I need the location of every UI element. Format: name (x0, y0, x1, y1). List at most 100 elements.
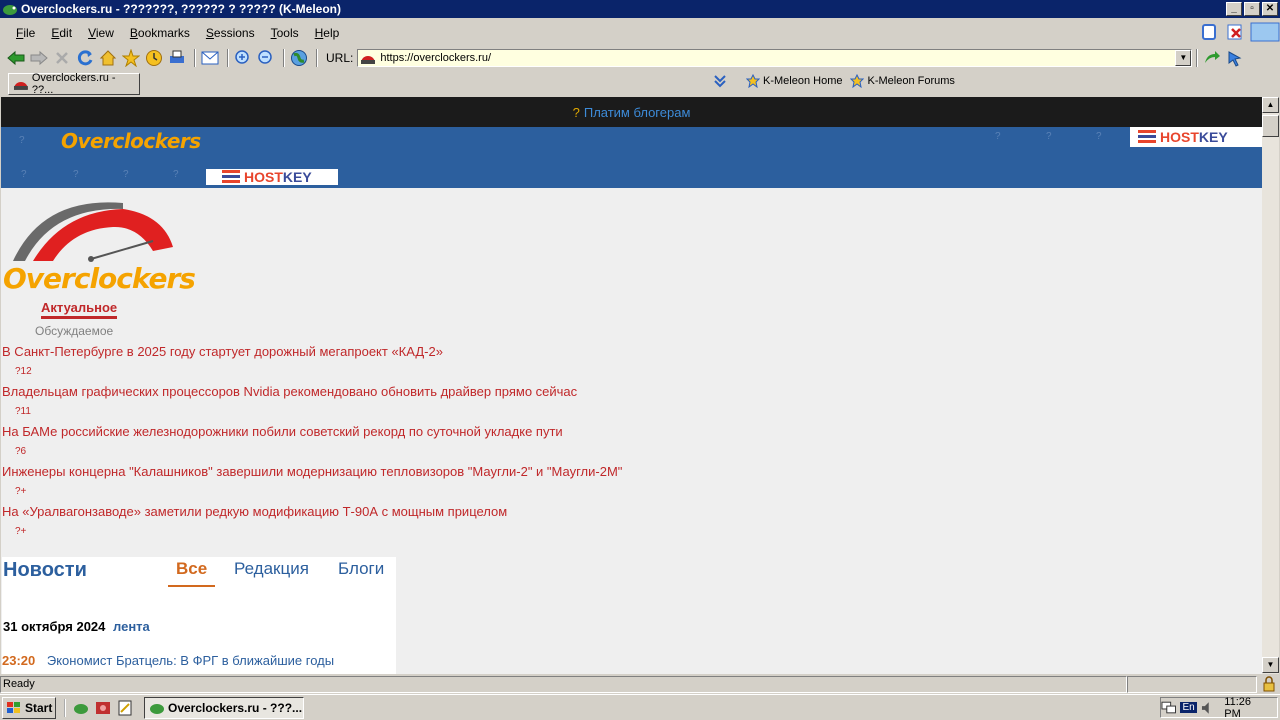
news-comment-count: ?6 (15, 446, 27, 457)
scroll-thumb[interactable] (1262, 115, 1279, 137)
header-dot: ? (19, 135, 25, 146)
zoom-out-button[interactable] (256, 48, 276, 68)
toolbar-separator (227, 49, 229, 67)
zoom-in-button[interactable] (233, 48, 253, 68)
app-launch-icon[interactable] (94, 699, 112, 717)
web-button[interactable] (289, 48, 309, 68)
home-button[interactable] (98, 48, 118, 68)
menu-help[interactable]: Help (307, 26, 348, 40)
window-title: Overclockers.ru - ???????, ?????? ? ????… (21, 2, 341, 16)
header-logo[interactable]: Overclockers (61, 129, 201, 153)
bookmark-kmeleon-forums[interactable]: K-Meleon Forums (850, 74, 955, 88)
news-comment-count: ?12 (15, 366, 32, 377)
menu-sessions[interactable]: Sessions (198, 26, 263, 40)
banner-link[interactable]: Платим блогерам (584, 105, 691, 120)
page-viewport: ? Платим блогерам ? ? ? ? ? ? ? ? Overcl… (1, 97, 1262, 674)
news-filter-tabs: Актуальное (41, 300, 118, 319)
zoom-out-icon (258, 50, 272, 64)
taskbar-task-kmeleon[interactable]: Overclockers.ru - ???... (144, 696, 304, 719)
mail-icon (201, 51, 219, 65)
volume-icon[interactable] (1201, 701, 1213, 715)
menu-edit[interactable]: Edit (43, 26, 80, 40)
menu-file[interactable]: File (8, 26, 43, 40)
news-link[interactable]: Инженеры концерна "Калашников" завершили… (2, 463, 1002, 483)
menu-tools[interactable]: Tools (263, 26, 307, 40)
close-button[interactable]: ✕ (1262, 2, 1278, 16)
sidebar-toggle-icon[interactable] (1250, 22, 1280, 42)
news-link[interactable]: На «Уралвагонзаводе» заметили редкую мод… (2, 503, 1002, 523)
language-indicator[interactable]: En (1180, 702, 1197, 713)
bookmark-icon (850, 74, 865, 88)
start-button[interactable]: Start (2, 696, 56, 719)
network-icon[interactable] (1161, 701, 1176, 715)
top-news-list: В Санкт-Петербурге в 2025 году стартует … (2, 343, 1002, 543)
hostkey-text-a: HOST (1160, 129, 1199, 145)
minimize-button[interactable]: _ (1226, 2, 1242, 16)
toolbar-separator (283, 49, 285, 67)
star-icon (122, 49, 140, 67)
hostkey-ad-top[interactable]: HOST KEY (1130, 127, 1262, 147)
status-bar: Ready (0, 675, 1280, 693)
news-link[interactable]: В Санкт-Петербурге в 2025 году стартует … (2, 343, 1002, 363)
tab-label: Overclockers.ru - ??... (31, 71, 116, 96)
forward-arrow-icon (30, 50, 48, 66)
window-titlebar[interactable]: Overclockers.ru - ???????, ?????? ? ????… (0, 0, 1280, 18)
tab-actual[interactable]: Актуальное (41, 300, 118, 319)
stop-button[interactable] (52, 48, 72, 68)
hostkey-ad-menu[interactable]: HOST KEY (206, 169, 338, 188)
vertical-scrollbar[interactable]: ▲ ▼ (1262, 97, 1279, 674)
print-button[interactable] (167, 48, 187, 68)
tab-discussed[interactable]: Обсуждаемое (35, 324, 113, 338)
overclockers-logo[interactable]: Overclockers (3, 201, 196, 297)
news-link[interactable]: Владельцам графических процессоров Nvidi… (2, 383, 1002, 403)
back-button[interactable] (6, 48, 26, 68)
status-progress (1127, 675, 1257, 693)
tab-blogs[interactable]: Блоги (338, 559, 384, 579)
go-arrow-icon (1205, 51, 1221, 63)
bookmark-button[interactable] (121, 48, 141, 68)
news-feed-item[interactable]: 23:20 Экономист Братцель: В ФРГ в ближай… (2, 653, 334, 668)
go-button[interactable] (1202, 48, 1222, 68)
bookmarks-menu-icon[interactable] (712, 73, 728, 89)
windows-logo-icon (7, 701, 20, 713)
lenta-link[interactable]: лента (113, 619, 150, 634)
new-window-icon[interactable] (1198, 22, 1220, 42)
news-item-title[interactable]: Экономист Братцель: В ФРГ в ближайшие го… (47, 653, 334, 668)
zoom-in-icon (235, 50, 249, 64)
speedometer-logo-icon (13, 202, 173, 262)
bookmark-kmeleon-home[interactable]: K-Meleon Home (746, 74, 842, 88)
home-icon (99, 50, 117, 66)
scroll-down-button[interactable]: ▼ (1262, 657, 1279, 673)
tab-overclockers[interactable]: Overclockers.ru - ??... (8, 71, 140, 96)
url-dropdown-button[interactable]: ▼ (1175, 50, 1192, 66)
header-dot: ? (1096, 131, 1102, 142)
restore-button[interactable]: ▫ (1244, 2, 1260, 16)
url-label: URL: (326, 51, 354, 65)
menubar-right-icons (1198, 22, 1280, 42)
reload-button[interactable] (75, 48, 95, 68)
menu-view[interactable]: View (80, 26, 122, 40)
search-button[interactable] (1225, 48, 1245, 68)
news-comment-count: ?11 (15, 406, 31, 417)
news-link[interactable]: На БАМе российские железнодорожники поби… (2, 423, 1002, 443)
clock-icon (146, 50, 162, 66)
scroll-up-button[interactable]: ▲ (1262, 97, 1279, 113)
banner-mark: ? (572, 104, 580, 120)
news-comment-count: ?+ (15, 526, 27, 537)
start-label: Start (25, 700, 53, 715)
k-meleon-app-icon (150, 703, 164, 714)
notepad-launch-icon[interactable] (116, 699, 134, 717)
k-meleon-launch-icon[interactable] (72, 699, 90, 717)
mail-button[interactable] (200, 48, 220, 68)
logo-wordmark: Overclockers (3, 262, 196, 295)
tab-all[interactable]: Все (168, 559, 216, 587)
top-banner[interactable]: ? Платим блогерам (1, 97, 1262, 127)
forward-button[interactable] (29, 48, 49, 68)
header-dot: ? (21, 169, 27, 180)
close-page-icon[interactable] (1224, 22, 1246, 42)
header-dot: ? (173, 169, 179, 180)
history-button[interactable] (144, 48, 164, 68)
tab-editorial[interactable]: Редакция (234, 559, 309, 579)
url-field[interactable]: https://overclockers.ru/ ▼ (357, 49, 1193, 67)
menu-bookmarks[interactable]: Bookmarks (122, 26, 198, 40)
